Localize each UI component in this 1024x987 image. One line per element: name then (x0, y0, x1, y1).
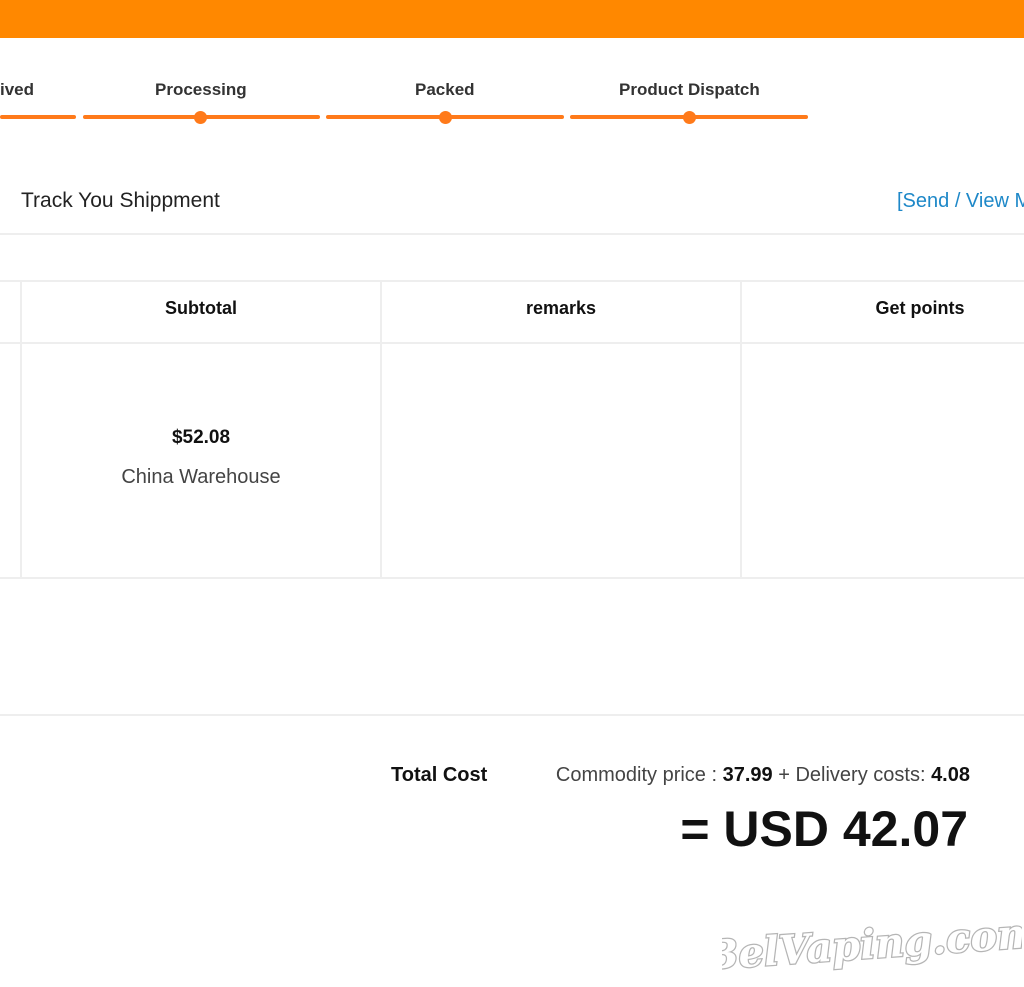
step-dot-packed (439, 111, 452, 124)
header-remarks: remarks (525, 298, 597, 318)
table-bottom-border (0, 577, 1024, 579)
top-header-bar (0, 0, 1024, 38)
cost-breakdown: Commodity price : 37.99 + Delivery costs… (556, 764, 970, 787)
watermark-logo: BelVaping.com (722, 908, 1022, 981)
divider (0, 233, 1024, 235)
step-dot-product-dispatch (683, 111, 696, 124)
commodity-price-value: 37.99 (722, 764, 773, 786)
warehouse-label: China Warehouse (121, 466, 281, 488)
step-label-received: ived (0, 80, 35, 99)
commodity-price-label: Commodity price : (555, 764, 718, 786)
watermark-text: BelVaping.com (722, 909, 1022, 979)
delivery-costs-label: + Delivery costs: (778, 764, 926, 786)
table-header-border (0, 342, 1024, 344)
step-label-packed: Packed (415, 80, 475, 99)
summary-divider (0, 714, 1024, 716)
step-label-product-dispatch: Product Dispatch (619, 80, 760, 99)
subtotal-value: $52.08 (171, 427, 231, 448)
track-shipment-title: Track You Shippment (21, 189, 220, 212)
step-dot-processing (194, 111, 207, 124)
send-view-message-link[interactable]: [Send / View M (897, 190, 1024, 213)
delivery-costs-value: 4.08 (931, 764, 970, 786)
step-line-received (0, 115, 76, 119)
column-divider (740, 281, 742, 578)
grand-total: = USD 42.07 (680, 801, 968, 857)
total-cost-label: Total Cost (391, 764, 488, 786)
header-subtotal: Subtotal (165, 298, 237, 318)
column-divider (380, 281, 382, 578)
step-label-processing: Processing (155, 80, 247, 99)
header-get-points: Get points (875, 298, 965, 318)
table-top-border (0, 280, 1024, 282)
